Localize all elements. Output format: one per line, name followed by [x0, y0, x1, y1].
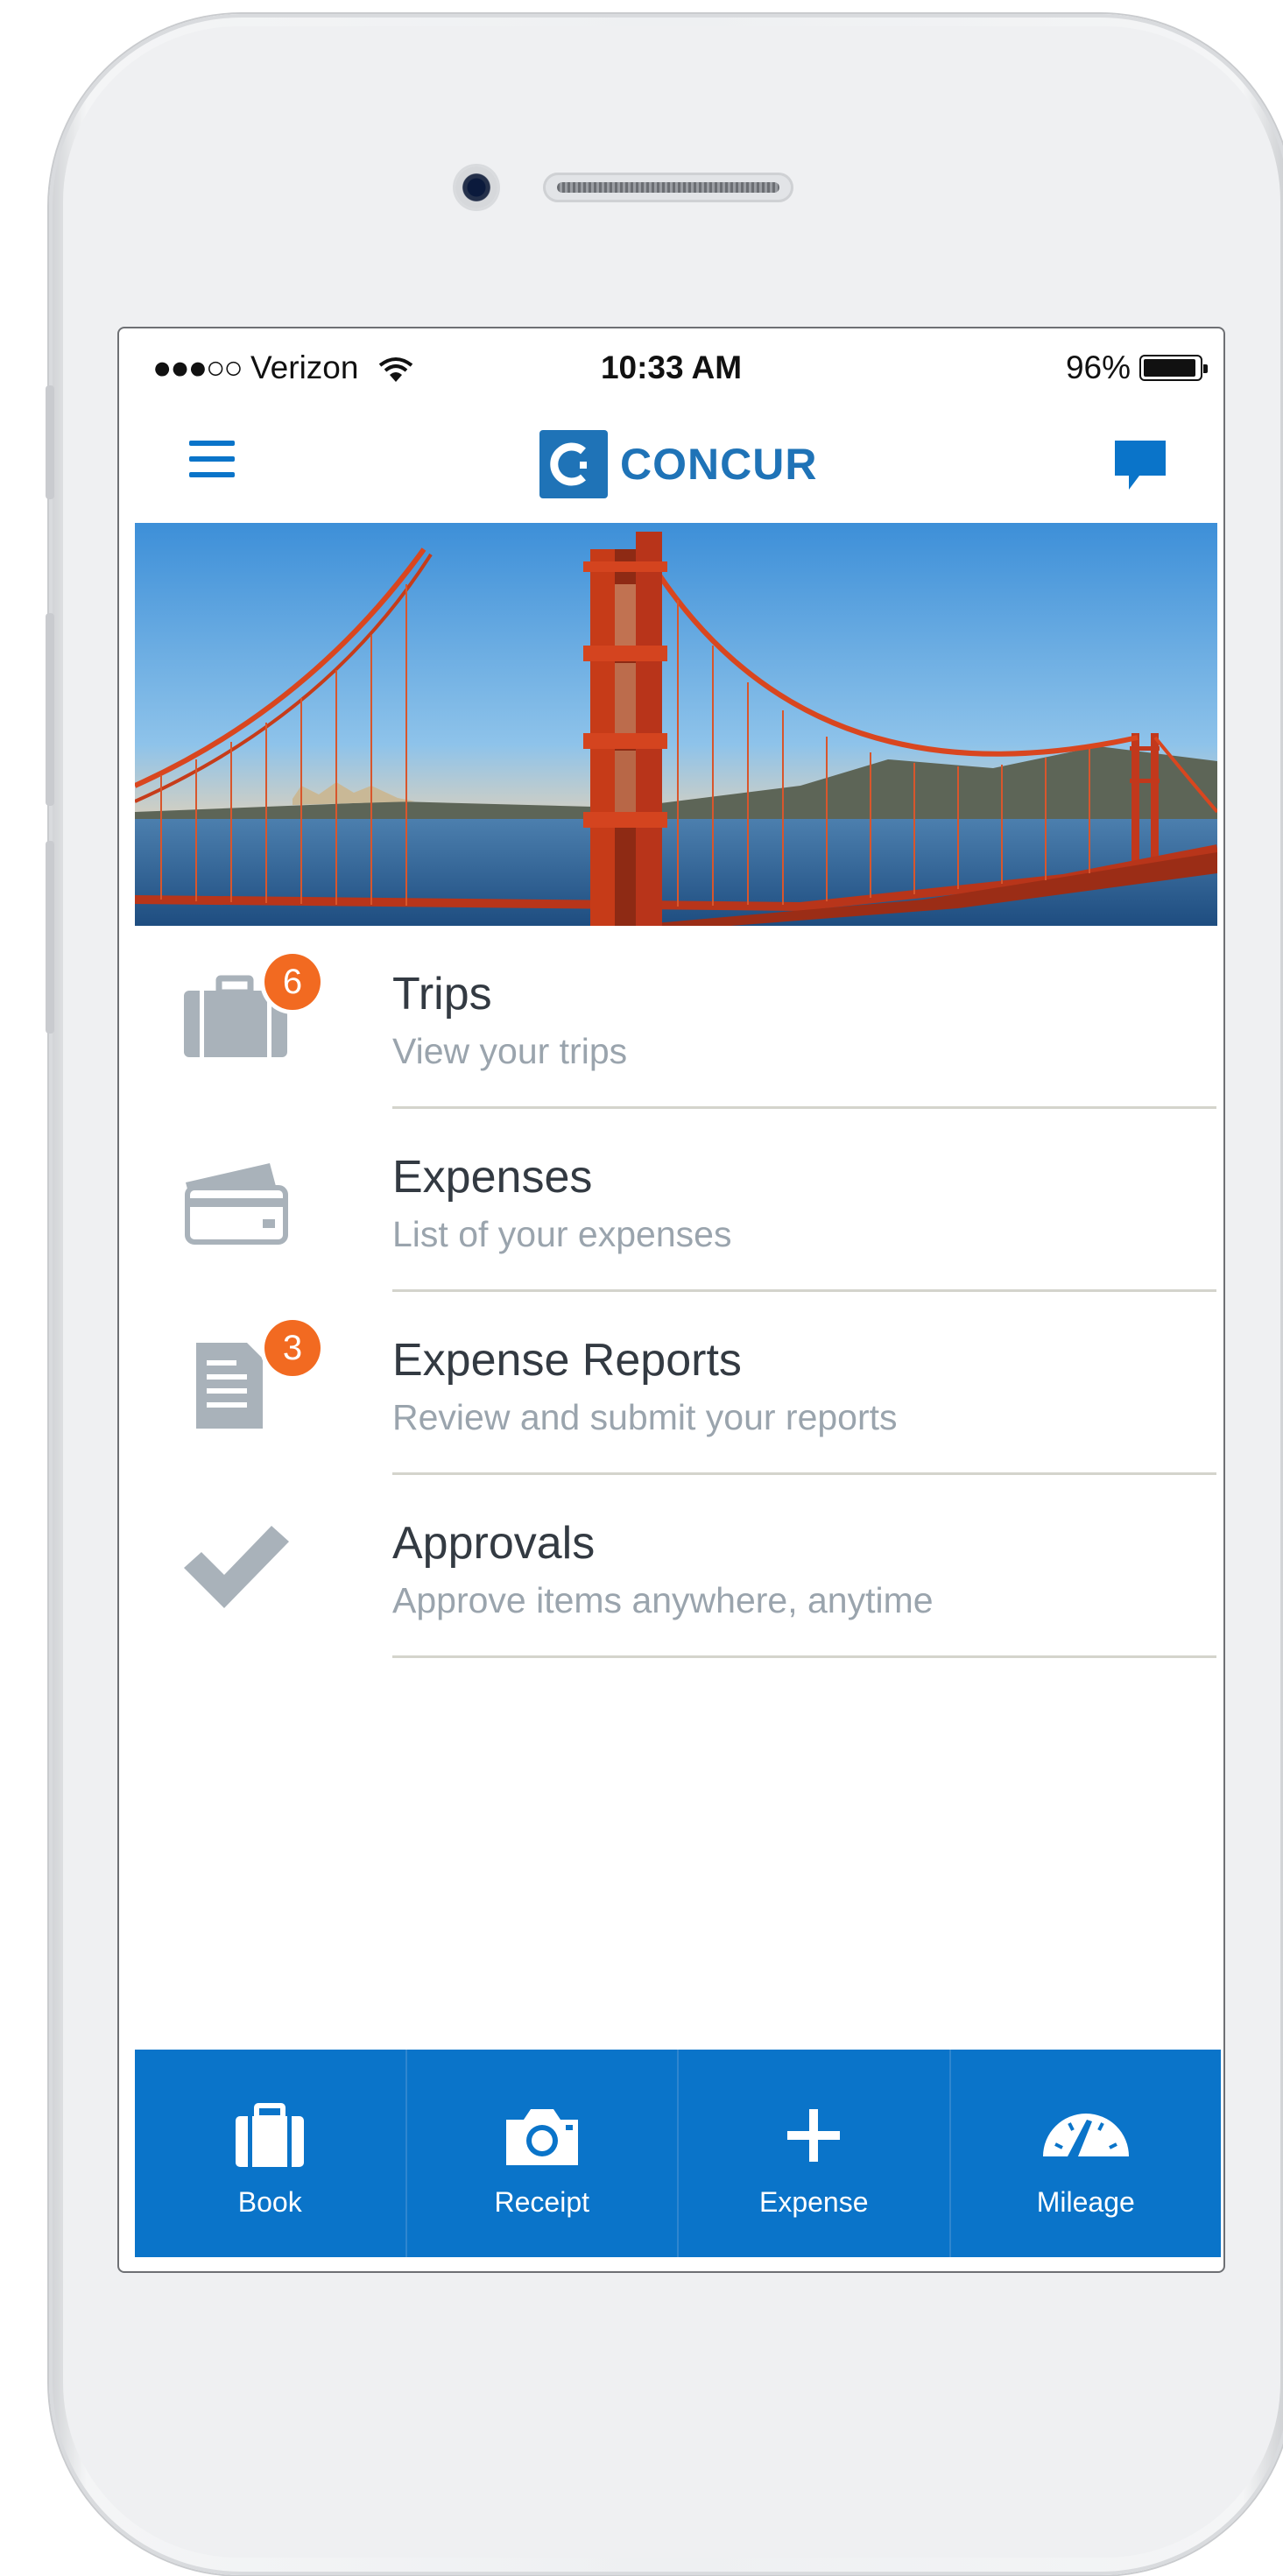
- camera-icon: [503, 2100, 582, 2170]
- tab-label: Receipt: [494, 2186, 590, 2218]
- hero-banner-image: [135, 523, 1217, 926]
- concur-logo: CONCUR: [539, 430, 817, 498]
- main-menu-list: 6 Trips View your trips Expenses List of…: [119, 926, 1223, 1658]
- menu-item-subtitle: List of your expenses: [392, 1214, 732, 1254]
- tab-book[interactable]: Book: [135, 2050, 407, 2257]
- earpiece-speaker: [543, 173, 793, 202]
- hamburger-menu-icon[interactable]: [189, 439, 235, 481]
- battery-fill: [1144, 359, 1195, 377]
- reports-count-badge: 3: [264, 1320, 321, 1376]
- tab-label: Mileage: [1036, 2186, 1135, 2218]
- credit-card-icon: [175, 1147, 298, 1253]
- mute-switch: [46, 385, 54, 499]
- volume-down-button: [46, 841, 54, 1034]
- menu-item-expense-reports[interactable]: 3 Expense Reports Review and submit your…: [119, 1292, 1223, 1475]
- menu-item-title: Expenses: [392, 1152, 593, 1203]
- menu-item-approvals[interactable]: Approvals Approve items anywhere, anytim…: [119, 1475, 1223, 1658]
- divider: [392, 1655, 1216, 1658]
- tab-label: Expense: [758, 2186, 869, 2218]
- battery-percent: 96%: [1065, 349, 1131, 385]
- tab-receipt[interactable]: Receipt: [407, 2050, 679, 2257]
- battery-icon: [1139, 355, 1208, 381]
- briefcase-icon: [230, 2100, 309, 2170]
- status-bar: ●●●○○ Verizon 10:33 AM 96%: [119, 328, 1223, 413]
- menu-item-title: Trips: [392, 969, 492, 1020]
- quick-action-bar: Book Receipt Expense Mileage: [135, 2050, 1221, 2257]
- tab-mileage[interactable]: Mileage: [951, 2050, 1222, 2257]
- chat-bubble-icon[interactable]: [1110, 435, 1171, 497]
- logo-text: CONCUR: [620, 440, 818, 489]
- trips-count-badge: 6: [264, 954, 321, 1010]
- speedometer-icon: [1042, 2100, 1129, 2170]
- volume-up-button: [46, 613, 54, 806]
- menu-item-subtitle: Review and submit your reports: [392, 1397, 898, 1437]
- tab-label: Book: [237, 2186, 302, 2218]
- clock: 10:33 AM: [600, 349, 743, 385]
- menu-item-title: Expense Reports: [392, 1335, 742, 1386]
- app-screen: ●●●○○ Verizon 10:33 AM 96% CONCUR 6 Trip…: [117, 327, 1225, 2273]
- battery-status: 96%: [1065, 349, 1208, 386]
- menu-item-subtitle: Approve items anywhere, anytime: [392, 1580, 934, 1620]
- app-header: CONCUR: [119, 413, 1223, 518]
- checkmark-icon: [175, 1514, 298, 1619]
- menu-item-trips[interactable]: 6 Trips View your trips: [119, 926, 1223, 1109]
- plus-icon: [774, 2100, 853, 2170]
- concur-logo-mark: [539, 430, 608, 498]
- tab-expense[interactable]: Expense: [679, 2050, 951, 2257]
- menu-item-title: Approvals: [392, 1518, 596, 1569]
- menu-item-expenses[interactable]: Expenses List of your expenses: [119, 1109, 1223, 1292]
- menu-item-subtitle: View your trips: [392, 1031, 628, 1071]
- front-camera: [455, 166, 497, 208]
